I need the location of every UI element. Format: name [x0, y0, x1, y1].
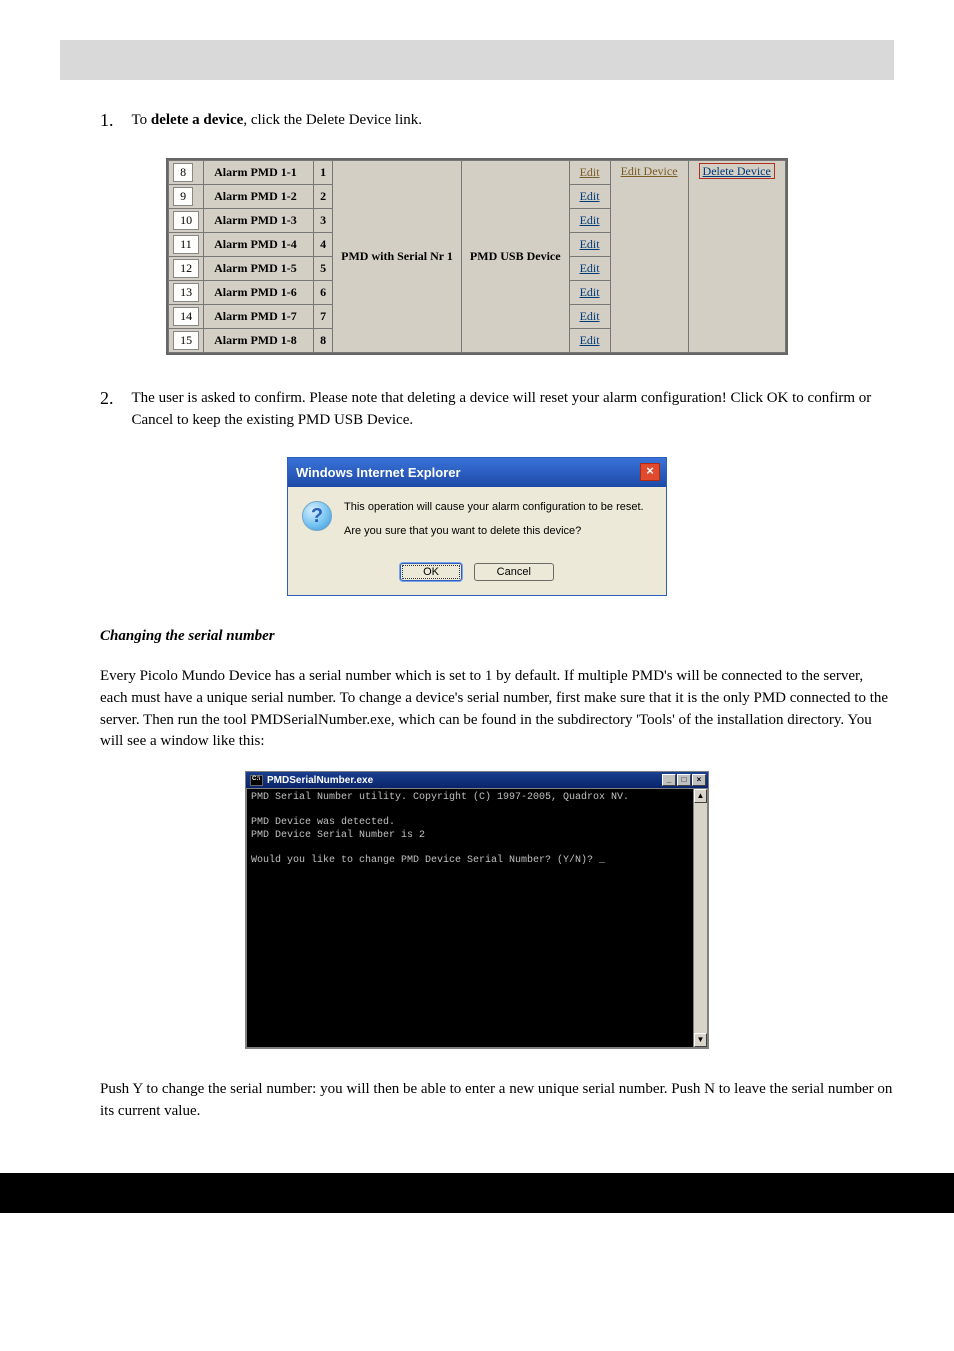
channel-number: 1 — [314, 160, 333, 184]
dialog-message: This operation will cause your alarm con… — [344, 501, 644, 549]
step1-pre: To — [132, 112, 151, 128]
dialog-line-1: This operation will cause your alarm con… — [344, 501, 644, 513]
channel-number: 4 — [314, 232, 333, 256]
subsection-paragraph: Every Picolo Mundo Device has a serial n… — [100, 666, 894, 753]
minimize-icon[interactable]: _ — [662, 774, 676, 786]
console-titlebar: PMDSerialNumber.exe _ □ × — [246, 772, 708, 788]
console-output: PMD Serial Number utility. Copyright (C)… — [246, 788, 693, 1048]
scroll-up-icon[interactable]: ▲ — [694, 789, 707, 803]
scroll-down-icon[interactable]: ▼ — [694, 1033, 707, 1047]
confirm-dialog: Windows Internet Explorer × ? This opera… — [287, 457, 667, 596]
edit-device-link[interactable]: Edit Device — [621, 164, 678, 178]
alarm-name: Alarm PMD 1-7 — [204, 304, 314, 328]
tail-paragraph: Push Y to change the serial number: you … — [100, 1079, 894, 1123]
row-index: 12 — [173, 259, 199, 278]
alarm-name: Alarm PMD 1-8 — [204, 328, 314, 352]
alarm-name: Alarm PMD 1-6 — [204, 280, 314, 304]
console-scrollbar[interactable]: ▲ ▼ — [693, 788, 708, 1048]
delete-device-link[interactable]: Delete Device — [699, 163, 775, 179]
row-index: 10 — [173, 211, 199, 230]
edit-link[interactable]: Edit — [580, 213, 600, 227]
device-serial-label: PMD with Serial Nr 1 — [333, 160, 462, 352]
channel-number: 2 — [314, 184, 333, 208]
step-number-2: 2. — [100, 388, 114, 432]
step1-bold: delete a device — [151, 112, 243, 128]
edit-link[interactable]: Edit — [580, 309, 600, 323]
channel-number: 7 — [314, 304, 333, 328]
ok-button[interactable]: OK — [400, 563, 462, 581]
page-header-band — [60, 40, 894, 80]
row-index: 15 — [173, 331, 199, 350]
question-icon: ? — [302, 501, 332, 531]
device-type-label: PMD USB Device — [461, 160, 569, 352]
console-title-text: PMDSerialNumber.exe — [267, 775, 373, 786]
row-index: 9 — [173, 187, 193, 206]
step1-post: , click the Delete Device link. — [243, 112, 422, 128]
alarm-name: Alarm PMD 1-4 — [204, 232, 314, 256]
step-number-1: 1. — [100, 110, 114, 132]
step-text-1: To delete a device, click the Delete Dev… — [132, 110, 423, 132]
console-app-icon — [250, 775, 263, 786]
row-index: 8 — [173, 163, 193, 182]
alarm-name: Alarm PMD 1-1 — [204, 160, 314, 184]
edit-link[interactable]: Edit — [580, 333, 600, 347]
edit-link[interactable]: Edit — [580, 261, 600, 275]
channel-number: 8 — [314, 328, 333, 352]
close-icon[interactable]: × — [640, 463, 660, 481]
row-index: 14 — [173, 307, 199, 326]
edit-link[interactable]: Edit — [580, 285, 600, 299]
alarm-name: Alarm PMD 1-5 — [204, 256, 314, 280]
close-icon[interactable]: × — [692, 774, 706, 786]
edit-link[interactable]: Edit — [580, 165, 600, 179]
row-index: 13 — [173, 283, 199, 302]
dialog-title-text: Windows Internet Explorer — [296, 465, 461, 480]
cancel-button[interactable]: Cancel — [474, 563, 554, 581]
alarm-name: Alarm PMD 1-2 — [204, 184, 314, 208]
maximize-icon[interactable]: □ — [677, 774, 691, 786]
dialog-line-2: Are you sure that you want to delete thi… — [344, 525, 644, 537]
channel-number: 5 — [314, 256, 333, 280]
channel-number: 6 — [314, 280, 333, 304]
page-footer-band — [0, 1173, 954, 1213]
alarm-device-table: 8 Alarm PMD 1-11PMD with Serial Nr 1PMD U… — [166, 158, 788, 355]
alarm-name: Alarm PMD 1-3 — [204, 208, 314, 232]
edit-link[interactable]: Edit — [580, 237, 600, 251]
subsection-heading: Changing the serial number — [100, 626, 894, 648]
row-index: 11 — [173, 235, 199, 254]
channel-number: 3 — [314, 208, 333, 232]
dialog-titlebar: Windows Internet Explorer × — [288, 458, 666, 487]
console-window: PMDSerialNumber.exe _ □ × PMD Serial Num… — [245, 771, 709, 1049]
edit-link[interactable]: Edit — [580, 189, 600, 203]
step-text-2: The user is asked to confirm. Please not… — [132, 388, 895, 432]
